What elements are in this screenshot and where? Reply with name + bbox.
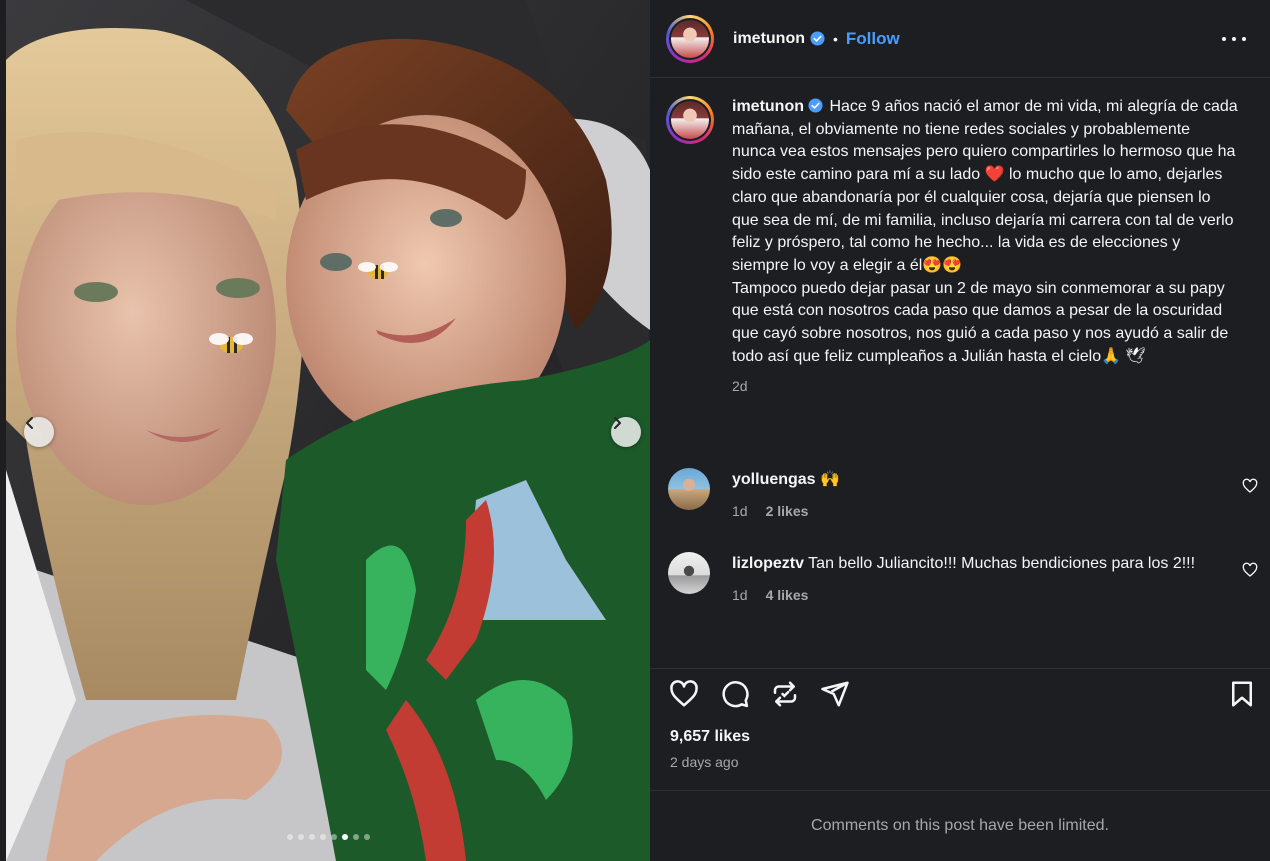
comment-likes[interactable]: 4 likes	[766, 587, 809, 603]
comment-item: yolluengas 🙌 1d 2 likes	[668, 468, 1258, 519]
comment-username[interactable]: lizlopeztv	[732, 555, 804, 572]
header-separator: •	[833, 30, 838, 47]
comment-text: Tan bello Juliancito!!! Muchas bendicion…	[808, 555, 1196, 572]
likes-count[interactable]: 9,657 likes	[670, 728, 750, 746]
verified-badge-icon	[808, 98, 823, 113]
comment-username[interactable]: yolluengas	[732, 471, 816, 488]
send-icon[interactable]	[820, 679, 850, 709]
action-bar	[650, 668, 1270, 716]
next-image-button[interactable]	[611, 417, 641, 447]
author-username[interactable]: imetunon	[733, 30, 805, 48]
photo-illustration	[6, 0, 650, 861]
caption-timestamp[interactable]: 2d	[732, 378, 1238, 394]
verified-badge-icon	[810, 31, 825, 46]
heart-icon[interactable]	[669, 679, 699, 709]
follow-button[interactable]: Follow	[846, 29, 900, 49]
caption-text-part3: Tampoco puedo dejar pasar un 2 de mayo s…	[732, 279, 1229, 365]
comment-icon[interactable]	[720, 679, 750, 709]
pray-dove-emoji: 🙏 🕊	[1101, 347, 1146, 365]
comment-likes[interactable]: 2 likes	[766, 503, 809, 519]
heart-icon[interactable]	[1242, 478, 1258, 494]
heart-eyes-emoji: 😍😍	[922, 256, 963, 274]
post-photo	[6, 0, 650, 861]
carousel-dot	[341, 834, 348, 840]
carousel-dot	[297, 834, 304, 840]
author-avatar[interactable]	[666, 14, 714, 63]
post-caption: imetunon Hace 9 años nació el amor de mi…	[666, 96, 1256, 394]
post-side-panel: imetunon • Follow imetunon Hace 9 años n…	[650, 0, 1270, 861]
carousel-dot	[286, 834, 293, 840]
carousel-dot	[352, 834, 359, 840]
chevron-left-icon	[26, 417, 33, 429]
bookmark-icon[interactable]	[1227, 679, 1257, 709]
comment-item: lizlopeztv Tan bello Juliancito!!! Mucha…	[668, 552, 1258, 603]
heart-emoji: ❤️	[984, 166, 1005, 184]
heart-icon[interactable]	[1242, 562, 1258, 578]
repost-icon[interactable]	[770, 679, 800, 709]
caption-author-avatar[interactable]	[666, 96, 714, 144]
chevron-right-icon	[614, 417, 621, 429]
more-options-icon[interactable]	[1222, 30, 1246, 48]
caption-text: imetunon Hace 9 años nació el amor de mi…	[732, 96, 1238, 368]
commenter-avatar[interactable]	[668, 552, 710, 594]
carousel-dot	[330, 834, 337, 840]
carousel-dot	[319, 834, 326, 840]
caption-username[interactable]: imetunon	[732, 98, 804, 115]
post-date[interactable]: 2 days ago	[670, 754, 739, 770]
comments-section: imetunon Hace 9 años nació el amor de mi…	[650, 78, 1270, 668]
comment-text: 🙌	[820, 471, 840, 488]
media-backdrop	[0, 0, 650, 861]
previous-image-button[interactable]	[24, 417, 54, 447]
carousel-indicator	[6, 834, 650, 840]
commenter-avatar[interactable]	[668, 468, 710, 510]
carousel-dot	[308, 834, 315, 840]
comment-time[interactable]: 1d	[732, 587, 748, 603]
carousel-dot	[363, 834, 370, 840]
comments-limited-notice: Comments on this post have been limited.	[650, 790, 1270, 861]
post-header: imetunon • Follow	[650, 0, 1270, 78]
comment-time[interactable]: 1d	[732, 503, 748, 519]
